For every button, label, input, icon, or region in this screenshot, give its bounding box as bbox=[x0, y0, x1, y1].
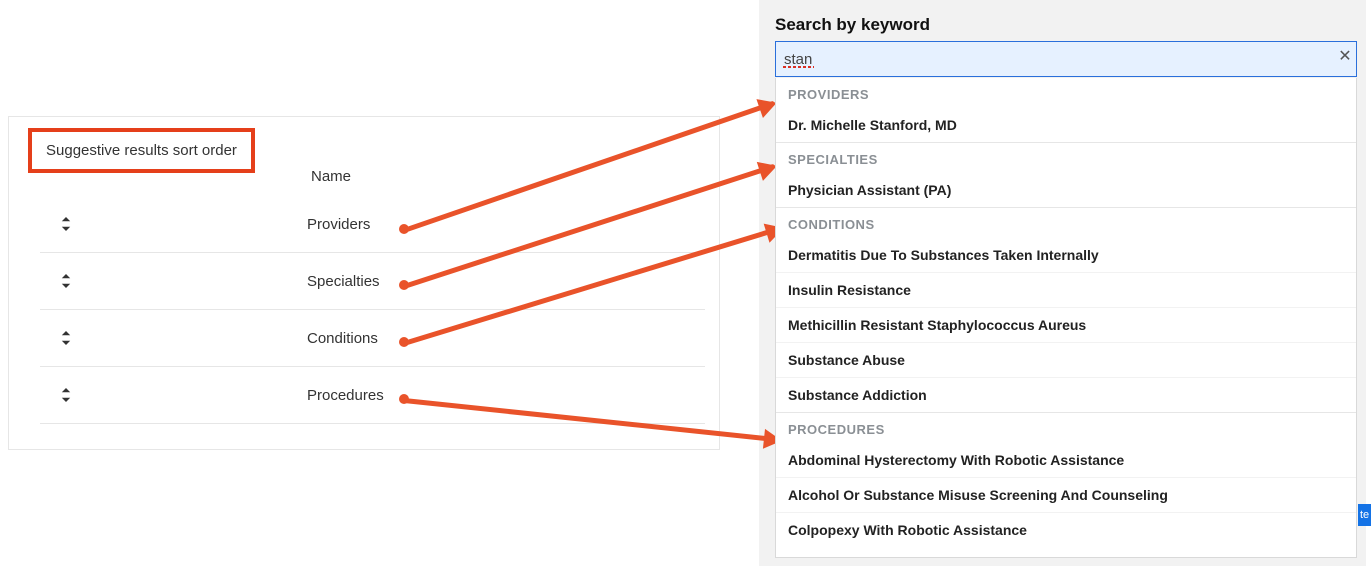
sort-row-conditions[interactable]: Conditions bbox=[40, 310, 705, 367]
suggest-group-header: PROVIDERS bbox=[776, 78, 1356, 108]
search-input-container[interactable] bbox=[775, 41, 1357, 77]
suggest-item[interactable]: Dermatitis Due To Substances Taken Inter… bbox=[776, 238, 1356, 273]
sort-row-label: Providers bbox=[307, 216, 370, 233]
page-root: Suggestive results sort order Name Provi… bbox=[0, 0, 1371, 566]
drag-handle-icon[interactable] bbox=[55, 327, 77, 349]
drag-handle-icon[interactable] bbox=[55, 270, 77, 292]
suggest-item[interactable]: Methicillin Resistant Staphylococcus Aur… bbox=[776, 308, 1356, 343]
suggest-group-header: CONDITIONS bbox=[776, 207, 1356, 238]
suggest-item[interactable]: Dr. Michelle Stanford, MD bbox=[776, 108, 1356, 142]
sort-row-label: Conditions bbox=[307, 330, 378, 347]
clear-search-icon[interactable]: ✕ bbox=[1335, 46, 1355, 66]
drag-handle-icon[interactable] bbox=[55, 213, 77, 235]
sort-row-label: Specialties bbox=[307, 273, 380, 290]
suggest-group-providers: PROVIDERS Dr. Michelle Stanford, MD bbox=[776, 78, 1356, 142]
suggest-group-procedures: PROCEDURES Abdominal Hysterectomy With R… bbox=[776, 412, 1356, 547]
column-header-name: Name bbox=[311, 168, 351, 185]
suggest-item[interactable]: Abdominal Hysterectomy With Robotic Assi… bbox=[776, 443, 1356, 478]
close-icon: ✕ bbox=[1338, 46, 1351, 66]
sort-order-title: Suggestive results sort order bbox=[46, 142, 237, 159]
suggest-group-header: PROCEDURES bbox=[776, 412, 1356, 443]
suggest-item[interactable]: Substance Abuse bbox=[776, 343, 1356, 378]
suggest-group-header: SPECIALTIES bbox=[776, 142, 1356, 173]
sort-row-procedures[interactable]: Procedures bbox=[40, 367, 705, 424]
suggest-group-conditions: CONDITIONS Dermatitis Due To Substances … bbox=[776, 207, 1356, 412]
suggest-item[interactable]: Colpopexy With Robotic Assistance bbox=[776, 513, 1356, 547]
search-input[interactable] bbox=[784, 51, 1322, 68]
suggest-item[interactable]: Substance Addiction bbox=[776, 378, 1356, 412]
sort-row-providers[interactable]: Providers bbox=[40, 196, 705, 253]
search-title: Search by keyword bbox=[775, 15, 930, 35]
suggest-item[interactable]: Physician Assistant (PA) bbox=[776, 173, 1356, 207]
sort-order-title-box: Suggestive results sort order bbox=[28, 128, 255, 173]
edge-partial-badge: te bbox=[1358, 504, 1371, 526]
edge-partial-badge-text: te bbox=[1360, 509, 1369, 521]
suggest-item[interactable]: Alcohol Or Substance Misuse Screening An… bbox=[776, 478, 1356, 513]
search-suggestions-dropdown: PROVIDERS Dr. Michelle Stanford, MD SPEC… bbox=[775, 78, 1357, 558]
sort-row-label: Procedures bbox=[307, 387, 384, 404]
drag-handle-icon[interactable] bbox=[55, 384, 77, 406]
spellcheck-underline-icon bbox=[783, 66, 814, 68]
suggest-item[interactable]: Insulin Resistance bbox=[776, 273, 1356, 308]
suggest-group-specialties: SPECIALTIES Physician Assistant (PA) bbox=[776, 142, 1356, 207]
